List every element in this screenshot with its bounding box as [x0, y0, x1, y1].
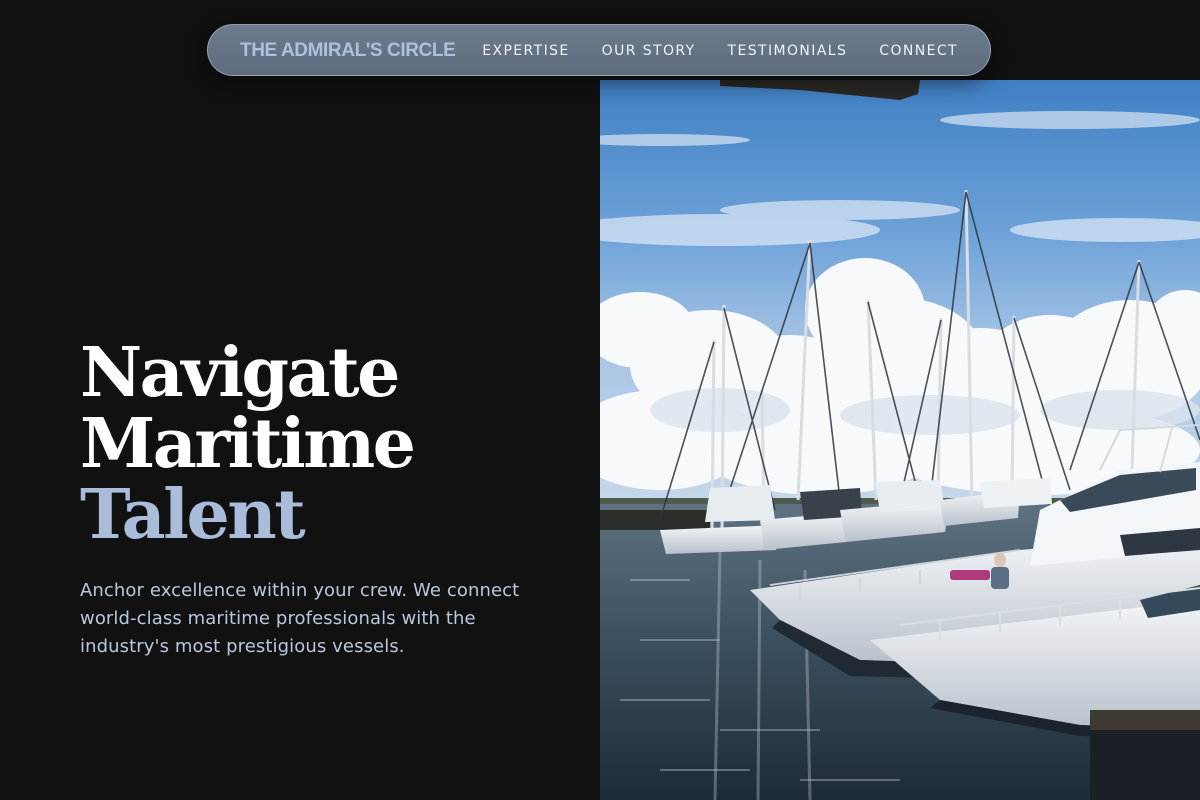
- hero-title-line-3: Talent: [80, 475, 306, 555]
- nav-link-testimonials[interactable]: TESTIMONIALS: [728, 43, 848, 59]
- nav-links: EXPERTISE OUR STORY TESTIMONIALS CONNECT: [482, 25, 958, 77]
- nav-link-connect[interactable]: CONNECT: [879, 43, 958, 59]
- brand-logo-link[interactable]: THE ADMIRAL'S CIRCLE: [240, 25, 456, 77]
- main-nav: THE ADMIRAL'S CIRCLE EXPERTISE OUR STORY…: [207, 24, 991, 76]
- nav-link-our-story[interactable]: OUR STORY: [602, 43, 696, 59]
- hero-subtitle: Anchor excellence within your crew. We c…: [80, 580, 520, 657]
- marina-yachts-photo: [600, 80, 1200, 800]
- hero-title: Navigate Maritime Talent: [80, 333, 416, 555]
- hero-title-line-1: Navigate: [80, 333, 400, 413]
- hero-title-line-2: Maritime: [80, 404, 416, 484]
- nav-link-expertise[interactable]: EXPERTISE: [482, 43, 569, 59]
